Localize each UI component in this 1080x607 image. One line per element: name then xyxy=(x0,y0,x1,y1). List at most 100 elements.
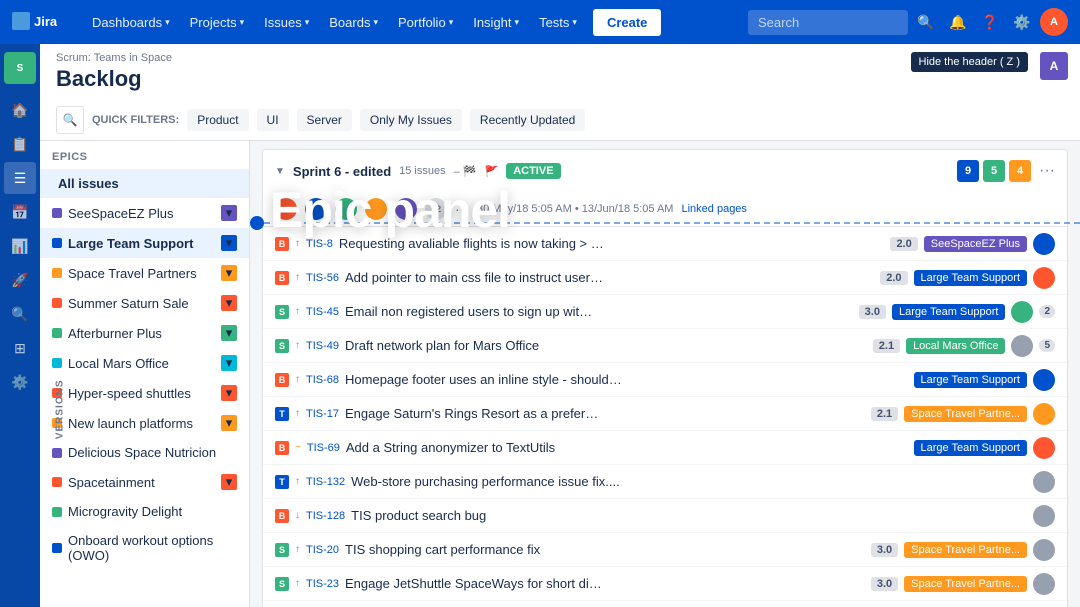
filter-recently-updated[interactable]: Recently Updated xyxy=(470,109,585,131)
sidebar-board-icon[interactable]: 📋 xyxy=(4,128,36,160)
help-icon-btn[interactable]: ❓ xyxy=(976,8,1004,36)
story-points: 3.0 xyxy=(871,543,898,557)
issue-key[interactable]: TIS-8 xyxy=(306,238,333,250)
epic-tag[interactable]: Large Team Support xyxy=(914,372,1027,388)
issue-key[interactable]: TIS-69 xyxy=(307,442,340,454)
issue-key[interactable]: TIS-45 xyxy=(306,306,339,318)
issue-key[interactable]: TIS-20 xyxy=(306,544,339,556)
nav-boards[interactable]: Boards ▾ xyxy=(321,9,386,36)
epic-tag[interactable]: Large Team Support xyxy=(914,270,1027,286)
epic-tag[interactable]: Space Travel Partne... xyxy=(904,406,1027,422)
backlog-area[interactable]: ▼ Sprint 6 - edited 15 issues – 🏁 🚩 ACTI… xyxy=(250,141,1080,607)
epic-tag[interactable]: Space Travel Partne... xyxy=(904,542,1027,558)
issue-summary[interactable]: Web-store purchasing performance issue f… xyxy=(351,474,686,489)
nav-projects[interactable]: Projects ▾ xyxy=(182,9,253,36)
sidebar-issues-icon[interactable]: 🔍 xyxy=(4,298,36,330)
sidebar-components-icon[interactable]: ⊞ xyxy=(4,332,36,364)
table-row[interactable]: B ↑ TIS-56 Add pointer to main css file … xyxy=(263,261,1067,295)
nav-issues[interactable]: Issues ▾ xyxy=(256,9,317,36)
filter-only-my-issues[interactable]: Only My Issues xyxy=(360,109,462,131)
quick-filters-label: QUICK FILTERS: xyxy=(92,114,179,126)
search-icon-btn[interactable]: 🔍 xyxy=(912,8,940,36)
nav-tests[interactable]: Tests ▾ xyxy=(531,9,585,36)
nav-logo[interactable]: Jira xyxy=(12,12,72,32)
issue-summary[interactable]: Add a String anonymizer to TextUtils xyxy=(346,440,624,455)
issue-key[interactable]: TIS-17 xyxy=(306,408,339,420)
table-row[interactable]: S ↑ TIS-23 Engage JetShuttle SpaceWays f… xyxy=(263,567,1067,601)
search-input[interactable] xyxy=(748,10,908,35)
issue-summary[interactable]: TIS product search bug xyxy=(351,508,686,523)
issue-summary[interactable]: Add pointer to main css file to instruct… xyxy=(345,270,607,285)
nav-portfolio[interactable]: Portfolio ▾ xyxy=(390,9,461,36)
filter-ui[interactable]: UI xyxy=(257,109,289,131)
create-button[interactable]: Create xyxy=(593,9,661,36)
epic-item-seespaceez[interactable]: SeeSpaceEZ Plus ▾ xyxy=(40,198,249,228)
issue-avatar xyxy=(1033,403,1055,425)
table-row[interactable]: B ~ TIS-69 Add a String anonymizer to Te… xyxy=(263,431,1067,465)
epic-tag[interactable]: Large Team Support xyxy=(914,440,1027,456)
issue-key[interactable]: TIS-132 xyxy=(306,476,345,488)
epic-item-hyperspeed[interactable]: Hyper-speed shuttles ▾ xyxy=(40,378,249,408)
issue-summary[interactable]: Engage JetShuttle SpaceWays for short di… xyxy=(345,576,602,591)
issue-summary[interactable]: Homepage footer uses an inline style - s… xyxy=(345,372,623,387)
epic-tag[interactable]: SeeSpaceEZ Plus xyxy=(924,236,1027,252)
epic-item-afterburner[interactable]: Afterburner Plus ▾ xyxy=(40,318,249,348)
sprint-more-button[interactable]: ··· xyxy=(1039,162,1055,180)
epic-item-microgravity[interactable]: Microgravity Delight xyxy=(40,497,249,526)
epic-item-delicious[interactable]: Delicious Space Nutricion xyxy=(40,438,249,467)
sidebar-roadmap-icon[interactable]: 📅 xyxy=(4,196,36,228)
table-row[interactable]: B ↑ TIS-67 TIS Developer Toolbox does no… xyxy=(263,601,1067,607)
table-row[interactable]: S ↑ TIS-20 TIS shopping cart performance… xyxy=(263,533,1067,567)
sidebar-releases-icon[interactable]: 🚀 xyxy=(4,264,36,296)
filter-server[interactable]: Server xyxy=(297,109,352,131)
epic-item-largeteam[interactable]: Large Team Support ▾ xyxy=(40,228,249,258)
issue-summary[interactable]: Requesting avaliable flights is now taki… xyxy=(339,236,609,251)
sidebar-reports-icon[interactable]: 📊 xyxy=(4,230,36,262)
notification-icon-btn[interactable]: 🔔 xyxy=(944,8,972,36)
epic-tag[interactable]: Space Travel Partne... xyxy=(904,576,1027,592)
issue-key[interactable]: TIS-128 xyxy=(306,510,345,522)
hide-header-button[interactable]: Hide the header ( Z ) xyxy=(911,52,1029,72)
issue-key[interactable]: TIS-23 xyxy=(306,578,339,590)
table-row[interactable]: B ↑ TIS-68 Homepage footer uses an inlin… xyxy=(263,363,1067,397)
priority-icon: ~ xyxy=(295,442,301,453)
table-row[interactable]: T ↑ TIS-17 Engage Saturn's Rings Resort … xyxy=(263,397,1067,431)
issue-key[interactable]: TIS-49 xyxy=(306,340,339,352)
issue-key[interactable]: TIS-56 xyxy=(306,272,339,284)
table-row[interactable]: S ↑ TIS-45 Email non registered users to… xyxy=(263,295,1067,329)
epic-tag[interactable]: Large Team Support xyxy=(892,304,1005,320)
epic-item-onboard[interactable]: Onboard workout options (OWO) xyxy=(40,526,249,570)
settings-icon-btn[interactable]: ⚙️ xyxy=(1008,8,1036,36)
header-a-button[interactable]: A xyxy=(1040,52,1068,80)
epic-item-spacetainment[interactable]: Spacetainment ▾ xyxy=(40,467,249,497)
epic-item-spacetravel[interactable]: Space Travel Partners ▾ xyxy=(40,258,249,288)
table-row[interactable]: T ↑ TIS-132 Web-store purchasing perform… xyxy=(263,465,1067,499)
issue-key[interactable]: TIS-68 xyxy=(306,374,339,386)
epic-item-all-issues[interactable]: All issues xyxy=(40,169,249,198)
linked-pages-link[interactable]: Linked pages xyxy=(681,203,746,215)
user-avatar[interactable]: A xyxy=(1040,8,1068,36)
issue-summary[interactable]: TIS shopping cart performance fix xyxy=(345,542,602,557)
issue-avatar xyxy=(1033,471,1055,493)
project-avatar[interactable]: S xyxy=(4,52,36,84)
sidebar-backlog-icon[interactable]: ☰ xyxy=(4,162,36,194)
issue-summary[interactable]: Email non registered users to sign up wi… xyxy=(345,304,596,319)
issue-summary[interactable]: Engage Saturn's Rings Resort as a prefer… xyxy=(345,406,602,421)
issue-summary[interactable]: Draft network plan for Mars Office xyxy=(345,338,603,353)
filter-product[interactable]: Product xyxy=(187,109,248,131)
epic-item-localMars[interactable]: Local Mars Office ▾ xyxy=(40,348,249,378)
issue-count: 5 xyxy=(1039,339,1055,352)
sidebar-home-icon[interactable]: 🏠 xyxy=(4,94,36,126)
table-row[interactable]: B ↑ TIS-8 Requesting avaliable flights i… xyxy=(263,227,1067,261)
epic-item-newlaunch[interactable]: New launch platforms ▾ xyxy=(40,408,249,438)
nav-dashboards[interactable]: Dashboards ▾ xyxy=(84,9,178,36)
nav-insight[interactable]: Insight ▾ xyxy=(465,9,527,36)
epics-header: EPICS xyxy=(40,141,249,169)
table-row[interactable]: B ↓ TIS-128 TIS product search bug xyxy=(263,499,1067,533)
filter-search-button[interactable]: 🔍 xyxy=(56,106,84,134)
sprint-caret[interactable]: ▼ xyxy=(275,166,285,177)
sidebar-settings-icon[interactable]: ⚙️ xyxy=(4,366,36,398)
epic-tag[interactable]: Local Mars Office xyxy=(906,338,1005,354)
epic-item-summersaturn[interactable]: Summer Saturn Sale ▾ xyxy=(40,288,249,318)
table-row[interactable]: S ↑ TIS-49 Draft network plan for Mars O… xyxy=(263,329,1067,363)
